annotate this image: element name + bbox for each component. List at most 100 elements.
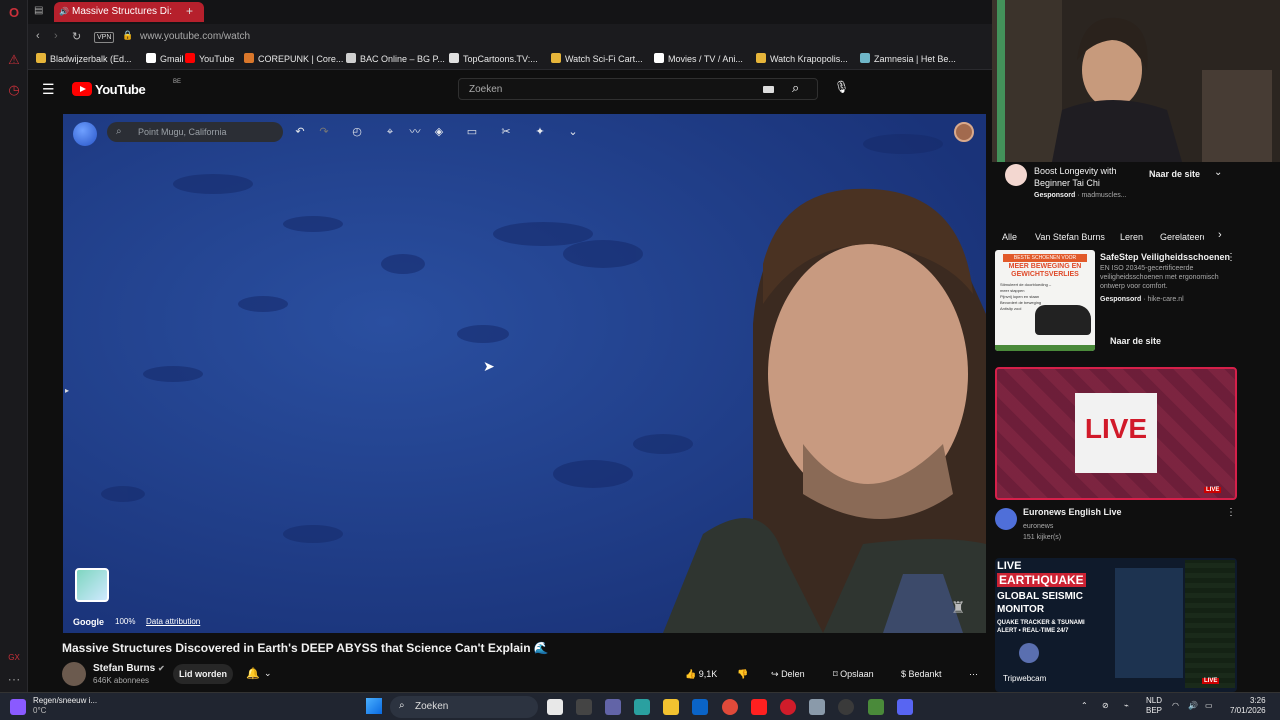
- opera-gx-icon[interactable]: [780, 699, 796, 715]
- lock-icon[interactable]: 🔒: [122, 30, 133, 41]
- chip-learn[interactable]: Leren: [1120, 229, 1143, 245]
- new-tab-button[interactable]: +: [186, 4, 193, 18]
- chip-all[interactable]: Alle: [1002, 229, 1017, 245]
- chevron-down-icon[interactable]: ⌄: [565, 124, 581, 140]
- usb-icon[interactable]: ⌁: [1124, 701, 1129, 710]
- more-options-icon[interactable]: ⋮: [1226, 252, 1236, 263]
- visit-site-button[interactable]: Naar de site: [1149, 169, 1200, 179]
- taskbar-search[interactable]: ⌕ Zoeken: [390, 696, 538, 718]
- data-attribution-link[interactable]: Data attribution: [146, 617, 200, 626]
- weather-text[interactable]: Regen/sneeuw i...: [33, 696, 97, 705]
- bookmark-item[interactable]: COREPUNK | Core...: [244, 53, 343, 64]
- teams-icon[interactable]: [605, 699, 621, 715]
- chip-from-channel[interactable]: Van Stefan Burns: [1035, 229, 1105, 245]
- earth-search-bar[interactable]: ⌕ Point Mugu, California: [107, 122, 283, 142]
- network-off-icon[interactable]: ⊘: [1102, 701, 1109, 710]
- save-button[interactable]: ⌑ Opslaan: [833, 664, 874, 684]
- store-icon[interactable]: [576, 699, 592, 715]
- menu-icon[interactable]: ☰: [42, 81, 55, 98]
- satellite-icon[interactable]: ✂: [498, 124, 514, 140]
- visit-site-button[interactable]: Naar de site: [1110, 336, 1161, 346]
- chevron-down-icon[interactable]: ⌄: [1214, 167, 1222, 178]
- reload-icon[interactable]: ↻: [72, 30, 81, 43]
- earth-menu-icon[interactable]: [73, 122, 97, 146]
- ad-title[interactable]: Boost Longevity with Beginner Tai Chi: [1034, 165, 1134, 189]
- channel-avatar[interactable]: [62, 662, 86, 686]
- bookmark-item[interactable]: Bladwijzerbalk (Ed...: [36, 53, 132, 64]
- bookmark-item[interactable]: Gmail: [146, 53, 184, 64]
- search-icon[interactable]: ⌕: [792, 80, 799, 96]
- pegman-icon[interactable]: ♜: [951, 598, 965, 618]
- tray-expand-icon[interactable]: ⌃: [1081, 701, 1088, 710]
- measure-icon[interactable]: ▭: [464, 124, 480, 140]
- channel-name[interactable]: Stefan Burns ✔: [93, 663, 165, 674]
- placemark-icon[interactable]: ⌖: [382, 124, 398, 140]
- back-icon[interactable]: ‹: [36, 30, 40, 42]
- youtube-app-icon[interactable]: [751, 699, 767, 715]
- like-button[interactable]: 👍 9,1K: [685, 664, 717, 684]
- channel-avatar[interactable]: [995, 508, 1017, 530]
- chrome-icon[interactable]: [722, 699, 738, 715]
- join-button[interactable]: Lid worden: [173, 664, 233, 684]
- active-tab[interactable]: 🔊 Massive Structures Di:: [54, 2, 204, 22]
- video-title[interactable]: Euronews English Live: [1023, 507, 1122, 517]
- ad-avatar[interactable]: [1005, 164, 1027, 186]
- gx-icon[interactable]: GX: [6, 650, 22, 666]
- keyboard-icon[interactable]: [763, 86, 774, 93]
- volume-icon[interactable]: 🔊: [1188, 701, 1198, 710]
- redo-icon[interactable]: ↷: [316, 124, 332, 140]
- history-icon[interactable]: ◷: [6, 82, 22, 98]
- more-options-icon[interactable]: ⋮: [1226, 507, 1236, 518]
- video-player[interactable]: ⌕ Point Mugu, California ↶ ↷ ◴ ⌖ 〰 ◈ ▭ ✂…: [63, 114, 986, 633]
- chevron-right-icon[interactable]: ›: [1218, 229, 1222, 241]
- dislike-button[interactable]: 👎: [737, 664, 748, 684]
- bookmark-item[interactable]: Zamnesia | Het Be...: [860, 53, 956, 64]
- earth-search-input[interactable]: Point Mugu, California: [138, 127, 227, 137]
- clock-date[interactable]: 7/01/2026: [1230, 706, 1266, 715]
- calculator-icon[interactable]: [809, 699, 825, 715]
- more-icon[interactable]: ⋯: [6, 672, 22, 688]
- sparkle-icon[interactable]: ✦: [532, 124, 548, 140]
- weather-icon[interactable]: [10, 699, 26, 715]
- task-view-icon[interactable]: [547, 699, 563, 715]
- search-input[interactable]: Zoeken: [469, 84, 502, 95]
- gamebar-icon[interactable]: [868, 699, 884, 715]
- forward-icon[interactable]: ›: [54, 30, 58, 42]
- bookmark-item[interactable]: YouTube: [185, 53, 234, 64]
- chevron-down-icon[interactable]: ⌄: [264, 668, 272, 679]
- language-line1[interactable]: NLD: [1146, 696, 1162, 705]
- opera-logo-icon[interactable]: O: [6, 5, 22, 21]
- channel-name[interactable]: euronews: [1023, 522, 1053, 531]
- live-thumbnail[interactable]: LIVE LIVE: [995, 367, 1237, 500]
- wifi-icon[interactable]: ◠: [1172, 701, 1179, 710]
- file-explorer-icon[interactable]: [663, 699, 679, 715]
- avatar[interactable]: [954, 122, 974, 142]
- discord-icon[interactable]: [897, 699, 913, 715]
- history-icon[interactable]: ◴: [349, 124, 365, 140]
- thanks-button[interactable]: $ Bedankt: [901, 664, 942, 684]
- bookmark-item[interactable]: TopCartoons.TV:...: [449, 53, 538, 64]
- bell-icon[interactable]: 🔔: [246, 667, 260, 680]
- ad-title[interactable]: SafeStep Veiligheidsschoenen: [1100, 252, 1230, 262]
- clock-time[interactable]: 3:26: [1250, 696, 1266, 705]
- url-field[interactable]: www.youtube.com/watch: [140, 31, 250, 42]
- aria-icon[interactable]: ⚠: [6, 52, 22, 68]
- path-icon[interactable]: 〰: [407, 124, 423, 140]
- search-box[interactable]: Zoeken: [458, 78, 818, 100]
- bookmark-item[interactable]: Movies / TV / Ani...: [654, 53, 743, 64]
- bookmark-item[interactable]: Watch Sci-Fi Cart...: [551, 53, 643, 64]
- bookmark-item[interactable]: BAC Online – BG P...: [346, 53, 445, 64]
- edge-icon[interactable]: [634, 699, 650, 715]
- tab-list-icon[interactable]: ▤: [34, 5, 43, 16]
- map-style-thumbnail[interactable]: [75, 568, 109, 602]
- battery-icon[interactable]: ▭: [1205, 701, 1213, 710]
- obs-icon[interactable]: [838, 699, 854, 715]
- expand-panel-icon[interactable]: ▸: [65, 386, 69, 395]
- share-button[interactable]: ↪ Delen: [771, 664, 805, 684]
- chip-related[interactable]: Gerelateerd: [1160, 229, 1204, 245]
- vpn-badge[interactable]: VPN: [94, 32, 115, 43]
- ad-thumbnail[interactable]: BESTE SCHOENEN VOOR MEER BEWEGING EN GEW…: [995, 250, 1095, 351]
- live-thumbnail[interactable]: LIVE EARTHQUAKE GLOBAL SEISMIC MONITOR Q…: [995, 558, 1237, 692]
- bookmark-item[interactable]: Watch Krapopolis...: [756, 53, 848, 64]
- more-actions-icon[interactable]: ⋯: [969, 664, 978, 684]
